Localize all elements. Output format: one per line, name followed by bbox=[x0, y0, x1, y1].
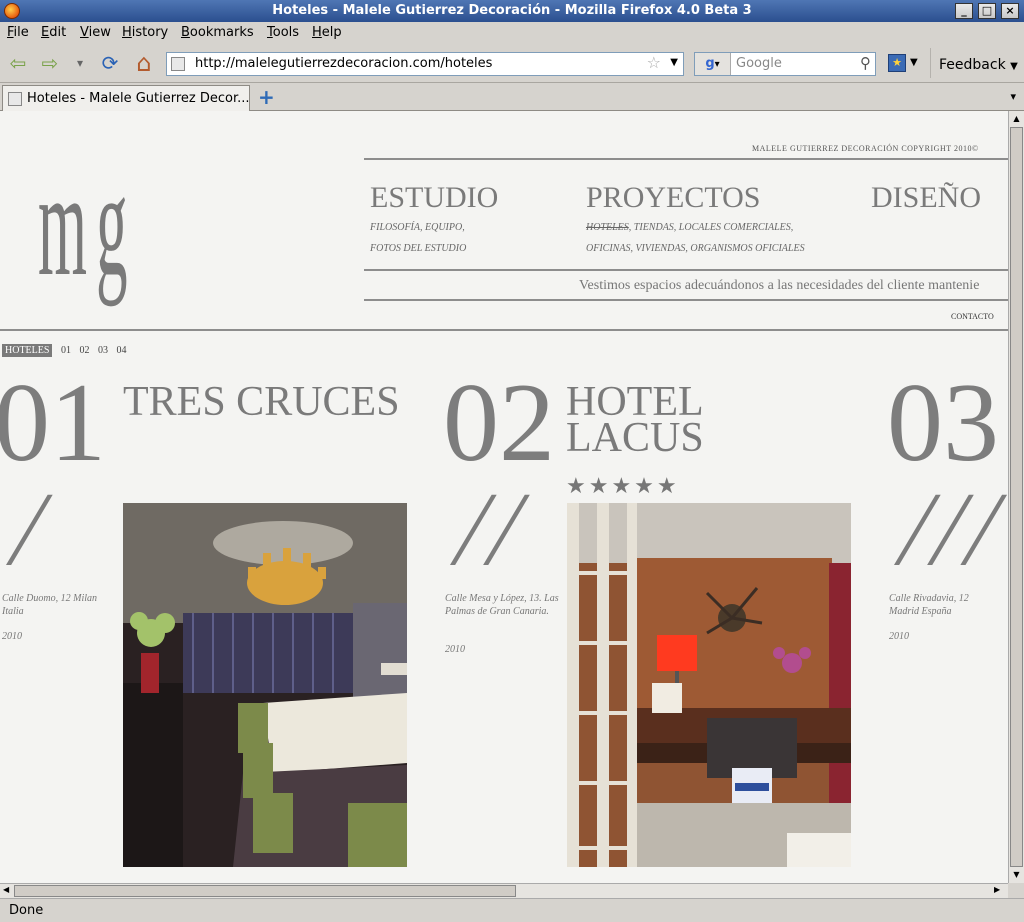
divider bbox=[0, 329, 1008, 331]
tab-hoteles[interactable]: Hoteles - Malele Gutierrez Decor... bbox=[2, 85, 250, 111]
copyright-text: MALELE GUTIERREZ DECORACIÓN COPYRIGHT 20… bbox=[752, 144, 979, 153]
hotel-address: Calle Duomo, 12 Milan Italia bbox=[2, 593, 97, 617]
subnav-hoteles[interactable]: HOTELES bbox=[2, 344, 53, 357]
divider bbox=[364, 299, 1008, 301]
maximize-button[interactable]: □ bbox=[978, 3, 996, 19]
page-viewport: m g MALELE GUTIERREZ DECORACIÓN COPYRIGH… bbox=[0, 111, 1008, 883]
url-bar[interactable]: http://malelegutierrezdecoracion.com/hot… bbox=[166, 52, 684, 76]
window-titlebar: Hoteles - Malele Gutierrez Decoración - … bbox=[0, 0, 1024, 22]
hotel-number: 01 bbox=[0, 361, 106, 485]
hotel-name-line2: LACUS bbox=[566, 415, 704, 461]
home-icon[interactable]: ⌂ bbox=[131, 51, 157, 77]
search-engine-google-icon[interactable]: g▾ bbox=[695, 53, 731, 75]
scroll-up-arrow-icon[interactable]: ▲ bbox=[1011, 113, 1022, 125]
hotel-address: Calle Mesa y López, 13. Las Palmas de Gr… bbox=[445, 593, 559, 617]
hotel-address: Calle Rivadavia, 12 Madrid España bbox=[889, 593, 969, 617]
site-favicon-icon bbox=[8, 92, 22, 106]
scroll-down-arrow-icon[interactable]: ▼ bbox=[1011, 869, 1022, 881]
back-arrow-icon[interactable]: ⇦ bbox=[5, 51, 31, 77]
divider bbox=[364, 158, 1008, 160]
hotel-slash: // bbox=[444, 470, 541, 587]
horizontal-scrollbar[interactable]: ◀ ▶ bbox=[0, 883, 1008, 898]
subnav-04[interactable]: 04 bbox=[116, 345, 126, 356]
subnav-03[interactable]: 03 bbox=[98, 345, 108, 356]
history-dropdown-icon[interactable]: ▾ bbox=[67, 51, 93, 77]
hotel-number: 02 bbox=[443, 361, 555, 485]
tab-bar: Hoteles - Malele Gutierrez Decor... + ▾ bbox=[0, 83, 1024, 111]
divider bbox=[364, 269, 1008, 271]
hotel-photo-tres-cruces[interactable] bbox=[123, 503, 407, 867]
hotel-subnav: HOTELES 01 02 03 04 bbox=[2, 344, 126, 357]
close-button[interactable]: × bbox=[1001, 3, 1019, 19]
feedback-button[interactable]: Feedback ▼ bbox=[930, 48, 1020, 78]
menu-tools[interactable]: Tools bbox=[267, 25, 299, 40]
menu-view[interactable]: View bbox=[80, 25, 111, 40]
horizontal-scroll-thumb[interactable] bbox=[14, 885, 516, 897]
minimize-button[interactable]: _ bbox=[955, 3, 973, 19]
nav-estudio-sub1[interactable]: FILOSOFÍA, EQUIPO, bbox=[370, 217, 466, 238]
forward-arrow-icon[interactable]: ⇨ bbox=[37, 51, 63, 77]
site-favicon-icon bbox=[171, 57, 185, 71]
nav-estudio[interactable]: ESTUDIO bbox=[370, 181, 498, 215]
nav-proyectos-sub1[interactable]: , TIENDAS, LOCALES COMERCIALES, bbox=[629, 222, 793, 233]
hotel-star-rating-icon: ★★★★★ bbox=[566, 473, 680, 498]
bookmarks-menu-button[interactable]: ★ ▼ bbox=[886, 52, 922, 76]
nav-estudio-sub2[interactable]: FOTOS DEL ESTUDIO bbox=[370, 238, 466, 259]
navigation-toolbar: ⇦ ⇨ ▾ ⟳ ⌂ http://malelegutierrezdecoraci… bbox=[0, 43, 1024, 83]
hotel-year: 2010 bbox=[2, 631, 22, 642]
nav-estudio-sub: FILOSOFÍA, EQUIPO, FOTOS DEL ESTUDIO bbox=[370, 217, 466, 259]
vertical-scrollbar[interactable]: ▲ ▼ bbox=[1008, 111, 1024, 883]
nav-diseno[interactable]: DISEÑO bbox=[871, 181, 981, 215]
vertical-scroll-thumb[interactable] bbox=[1010, 127, 1023, 867]
hotel-photo-lacus[interactable] bbox=[567, 503, 851, 867]
slogan-text: Vestimos espacios adecuándonos a las nec… bbox=[579, 278, 980, 293]
tab-list-chevron-icon[interactable]: ▾ bbox=[1010, 90, 1016, 103]
url-dropdown-icon[interactable]: ▼ bbox=[670, 57, 678, 68]
subnav-01[interactable]: 01 bbox=[61, 345, 71, 356]
tab-title: Hoteles - Malele Gutierrez Decor... bbox=[27, 91, 250, 106]
new-tab-plus-icon[interactable]: + bbox=[258, 85, 275, 109]
bookmarks-star-icon: ★ bbox=[888, 54, 906, 72]
nav-proyectos-sub2[interactable]: OFICINAS, VIVIENDAS, ORGANISMOS OFICIALE… bbox=[586, 238, 805, 259]
menu-file[interactable]: File bbox=[7, 25, 29, 40]
subnav-02[interactable]: 02 bbox=[79, 345, 89, 356]
hotel-number: 03 bbox=[887, 361, 999, 485]
nav-proyectos[interactable]: PROYECTOS bbox=[586, 181, 761, 215]
reload-icon[interactable]: ⟳ bbox=[97, 51, 123, 77]
status-bar: Done bbox=[0, 898, 1024, 922]
nav-proyectos-sub: HOTELES, TIENDAS, LOCALES COMERCIALES, O… bbox=[586, 217, 805, 259]
scroll-right-arrow-icon[interactable]: ▶ bbox=[994, 885, 1000, 894]
menu-help[interactable]: Help bbox=[312, 25, 342, 40]
chevron-down-icon: ▼ bbox=[1010, 61, 1018, 72]
scroll-left-arrow-icon[interactable]: ◀ bbox=[3, 885, 9, 894]
hotel-year: 2010 bbox=[445, 644, 465, 655]
contact-link[interactable]: CONTACTO bbox=[951, 312, 994, 321]
hotel-name[interactable]: HOTEL LACUS bbox=[566, 381, 704, 461]
nav-hoteles-link[interactable]: HOTELES bbox=[586, 222, 629, 233]
bookmark-star-icon[interactable]: ☆ bbox=[647, 53, 661, 72]
search-input[interactable]: Google bbox=[736, 56, 782, 71]
hotel-slash: /// bbox=[888, 470, 1008, 587]
site-logo[interactable]: m g bbox=[38, 149, 128, 299]
menu-bar: File Edit View History Bookmarks Tools H… bbox=[0, 22, 1024, 43]
hotel-slash: / bbox=[0, 470, 63, 587]
feedback-label: Feedback bbox=[939, 57, 1006, 73]
status-text: Done bbox=[9, 903, 44, 918]
search-icon[interactable]: ⚲ bbox=[860, 54, 871, 72]
url-text[interactable]: http://malelegutierrezdecoracion.com/hot… bbox=[195, 56, 492, 71]
window-title: Hoteles - Malele Gutierrez Decoración - … bbox=[272, 3, 752, 18]
hotel-year: 2010 bbox=[889, 631, 909, 642]
menu-history[interactable]: History bbox=[122, 25, 168, 40]
menu-bookmarks[interactable]: Bookmarks bbox=[181, 25, 254, 40]
search-bar[interactable]: g▾ Google ⚲ bbox=[694, 52, 876, 76]
menu-edit[interactable]: Edit bbox=[41, 25, 66, 40]
hotel-name[interactable]: TRES CRUCES bbox=[123, 381, 400, 423]
chevron-down-icon: ▼ bbox=[910, 57, 918, 68]
